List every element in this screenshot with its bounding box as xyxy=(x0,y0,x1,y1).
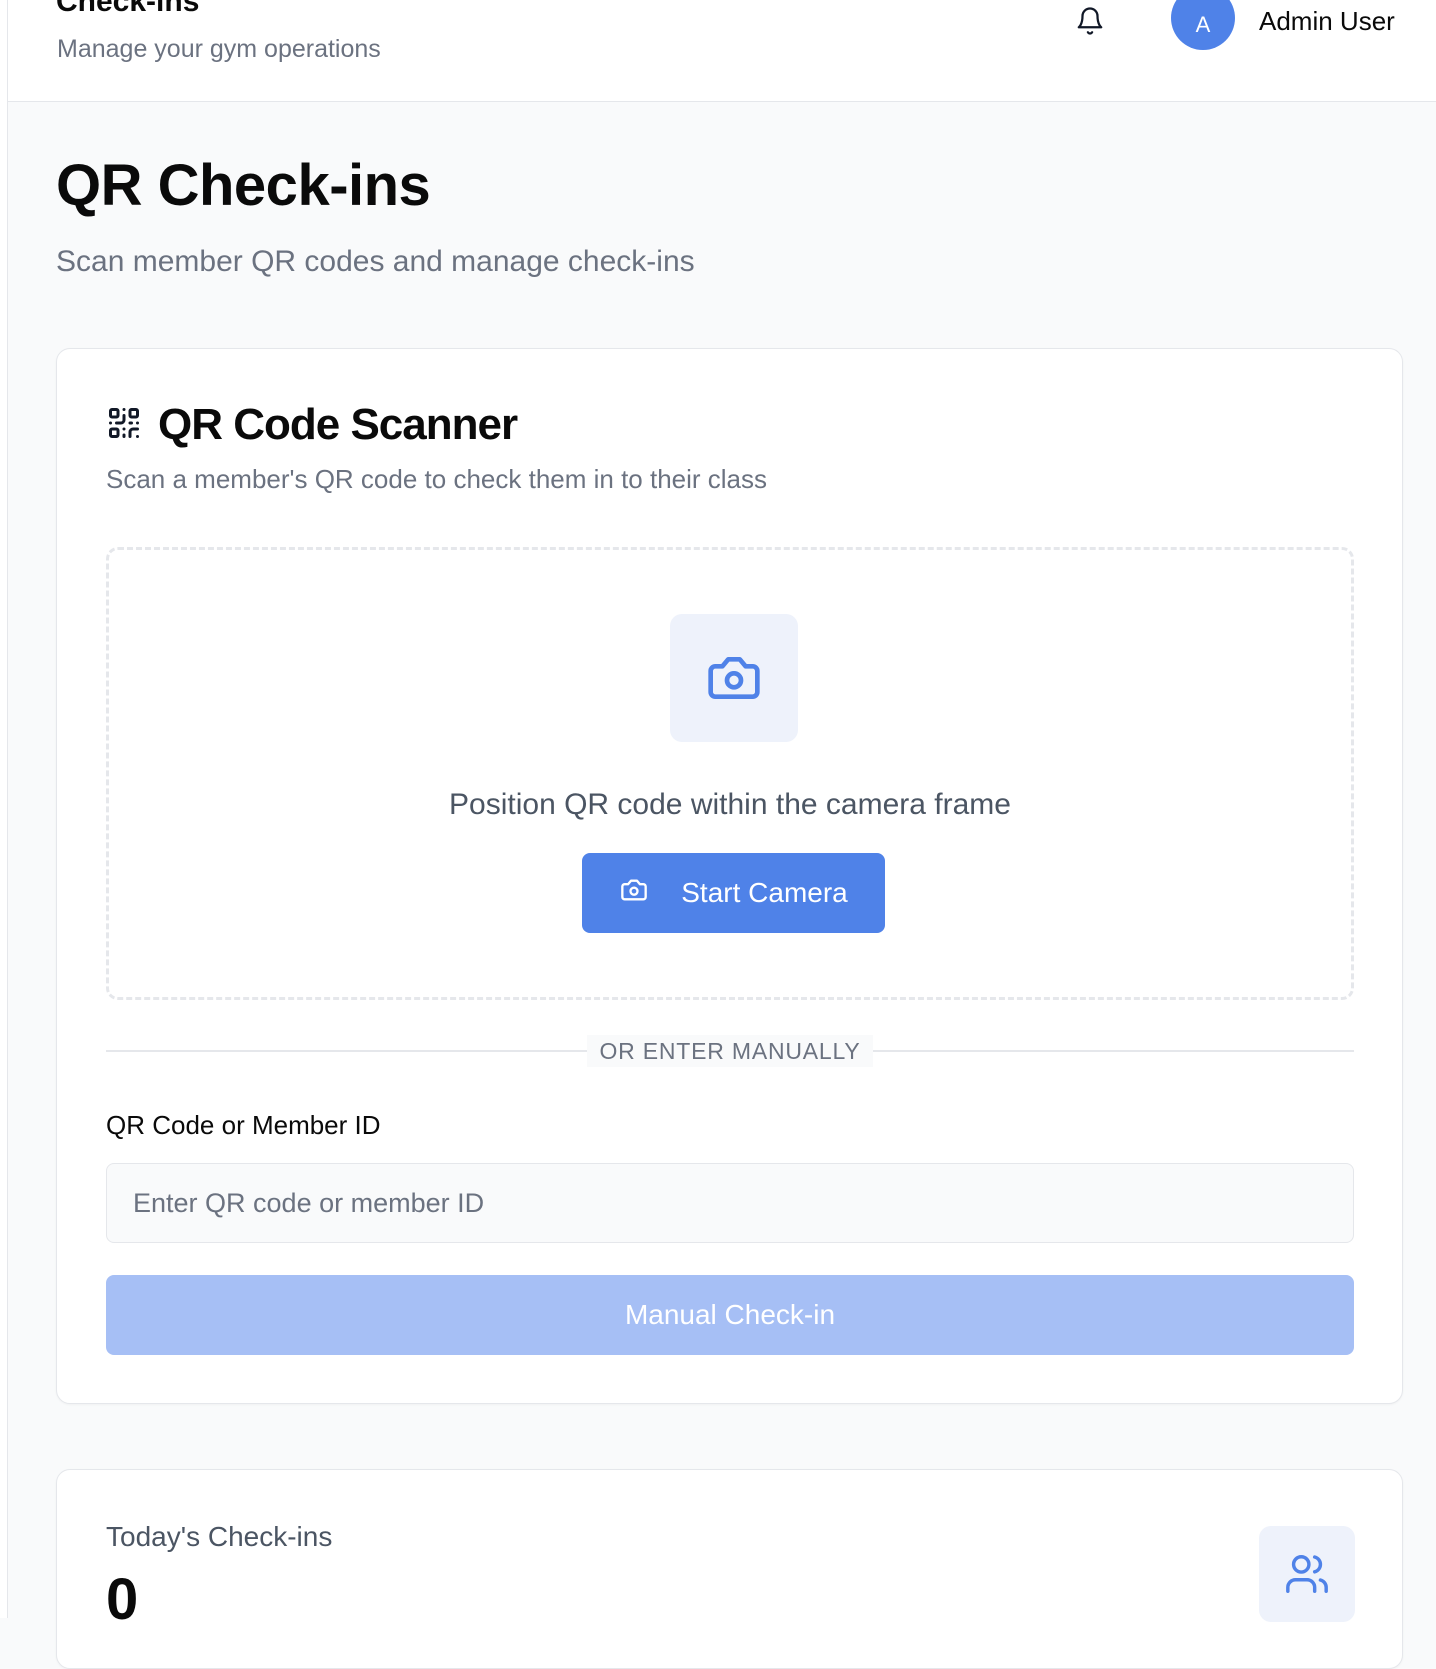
camera-icon xyxy=(670,614,798,742)
users-icon xyxy=(1259,1526,1355,1622)
scanner-title-row: QR Code Scanner xyxy=(106,399,518,451)
stat-value: 0 xyxy=(106,1567,139,1632)
stat-label: Today's Check-ins xyxy=(106,1521,333,1552)
header-subtitle: Manage your gym operations xyxy=(57,35,381,63)
user-name[interactable]: Admin User xyxy=(1259,5,1395,37)
sidebar-edge xyxy=(0,0,8,1618)
page-subtitle: Scan member QR codes and manage check-in… xyxy=(56,245,695,278)
avatar[interactable]: A xyxy=(1171,0,1235,50)
camera-prompt: Position QR code within the camera frame xyxy=(449,788,1011,821)
scanner-description: Scan a member's QR code to check them in… xyxy=(106,464,768,494)
bell-icon[interactable] xyxy=(1073,2,1107,40)
todays-check-ins-card: Today's Check-ins 0 xyxy=(56,1469,1403,1669)
qr-member-id-input[interactable] xyxy=(106,1163,1354,1243)
qr-code-icon xyxy=(106,405,142,446)
scanner-title: QR Code Scanner xyxy=(158,400,518,449)
divider-label: OR ENTER MANUALLY xyxy=(587,1035,873,1067)
qr-member-id-label: QR Code or Member ID xyxy=(106,1110,381,1140)
page-title: QR Check-ins xyxy=(56,153,431,218)
camera-frame: Position QR code within the camera frame… xyxy=(106,547,1354,1000)
qr-scanner-card: QR Code Scanner Scan a member's QR code … xyxy=(56,348,1403,1404)
start-camera-label: Start Camera xyxy=(681,877,848,908)
camera-icon xyxy=(619,876,649,911)
header-title: Check-ins xyxy=(56,0,200,18)
start-camera-button[interactable]: Start Camera xyxy=(582,853,885,933)
manual-check-in-button[interactable]: Manual Check-in xyxy=(106,1275,1354,1355)
top-header: Check-ins Manage your gym operations A A… xyxy=(8,0,1436,102)
